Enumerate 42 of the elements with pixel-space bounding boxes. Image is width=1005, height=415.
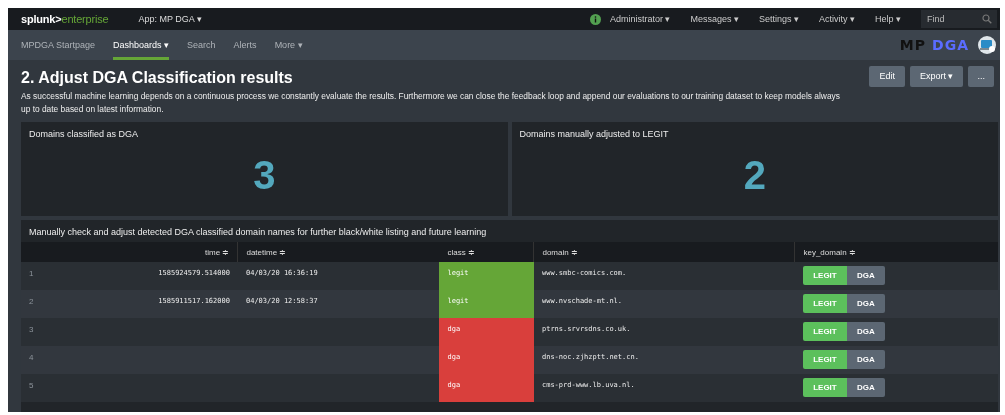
dga-button[interactable]: DGA	[846, 266, 885, 285]
column-header[interactable]: time ≑	[41, 242, 238, 262]
menu-item[interactable]: Settings ▾	[758, 14, 799, 24]
edit-button[interactable]: Edit	[869, 65, 905, 87]
panel-title: Domains manually adjusted to LEGIT	[519, 129, 669, 139]
dga-button[interactable]: DGA	[846, 350, 885, 369]
laptop-icon	[977, 36, 997, 54]
row-number: 2	[21, 290, 42, 318]
menu-item[interactable]: Help ▾	[875, 14, 901, 24]
export-button[interactable]: Export ▾	[909, 65, 964, 87]
more-button[interactable]: ...	[968, 65, 994, 87]
panel-title: Manually check and adjust detected DGA classified domain names for further black/white listing and future learning	[28, 226, 488, 239]
menu-item[interactable]: Messages ▾	[690, 14, 739, 24]
single-value: 2	[743, 153, 766, 197]
search-icon	[982, 14, 992, 24]
dga-button[interactable]: DGA	[846, 378, 885, 397]
nav-tab[interactable]: Search	[187, 30, 216, 60]
app-menu[interactable]: App: MP DGA ▾	[138, 14, 202, 24]
column-header[interactable]: class ≑	[439, 242, 534, 262]
search-field[interactable]: Find	[921, 10, 997, 28]
nav-tab[interactable]: More ▾	[274, 30, 303, 60]
nav-tab[interactable]: MPDGA Startpage	[21, 30, 96, 60]
row-number: 4	[21, 346, 42, 374]
dashboard-title: 2. Adjust DGA Classification results	[21, 69, 293, 87]
dga-button[interactable]: DGA	[846, 294, 885, 313]
dga-button[interactable]: DGA	[846, 322, 885, 341]
column-header[interactable]: domain ≑	[533, 242, 795, 262]
panel-title: Domains classified as DGA	[29, 129, 139, 139]
dashboard-description: As successful machine learning depends on a continuous process we constantly evaluate the results. Furthermore we can close the feedback loop and append our evaluations to our training dataset to keep models always up to date based on latest information.	[21, 90, 841, 116]
nav-tab[interactable]: Alerts	[233, 30, 257, 60]
nav-tab[interactable]: Dashboards ▾	[113, 30, 170, 60]
row-number: 1	[21, 262, 42, 290]
menu-item[interactable]: Activity ▾	[818, 14, 855, 24]
brand-logo[interactable]: splunk>enterprise	[21, 13, 109, 25]
column-header[interactable]: datetime ≑	[237, 242, 440, 262]
row-number: 3	[21, 318, 42, 346]
row-number: 5	[21, 374, 42, 402]
info-icon	[589, 13, 601, 25]
app-logo: MP DGA	[899, 37, 969, 53]
user-menu[interactable]: Administrator ▾	[609, 14, 671, 24]
column-header[interactable]: key_domain ≑	[794, 242, 998, 262]
single-value: 3	[253, 153, 276, 197]
